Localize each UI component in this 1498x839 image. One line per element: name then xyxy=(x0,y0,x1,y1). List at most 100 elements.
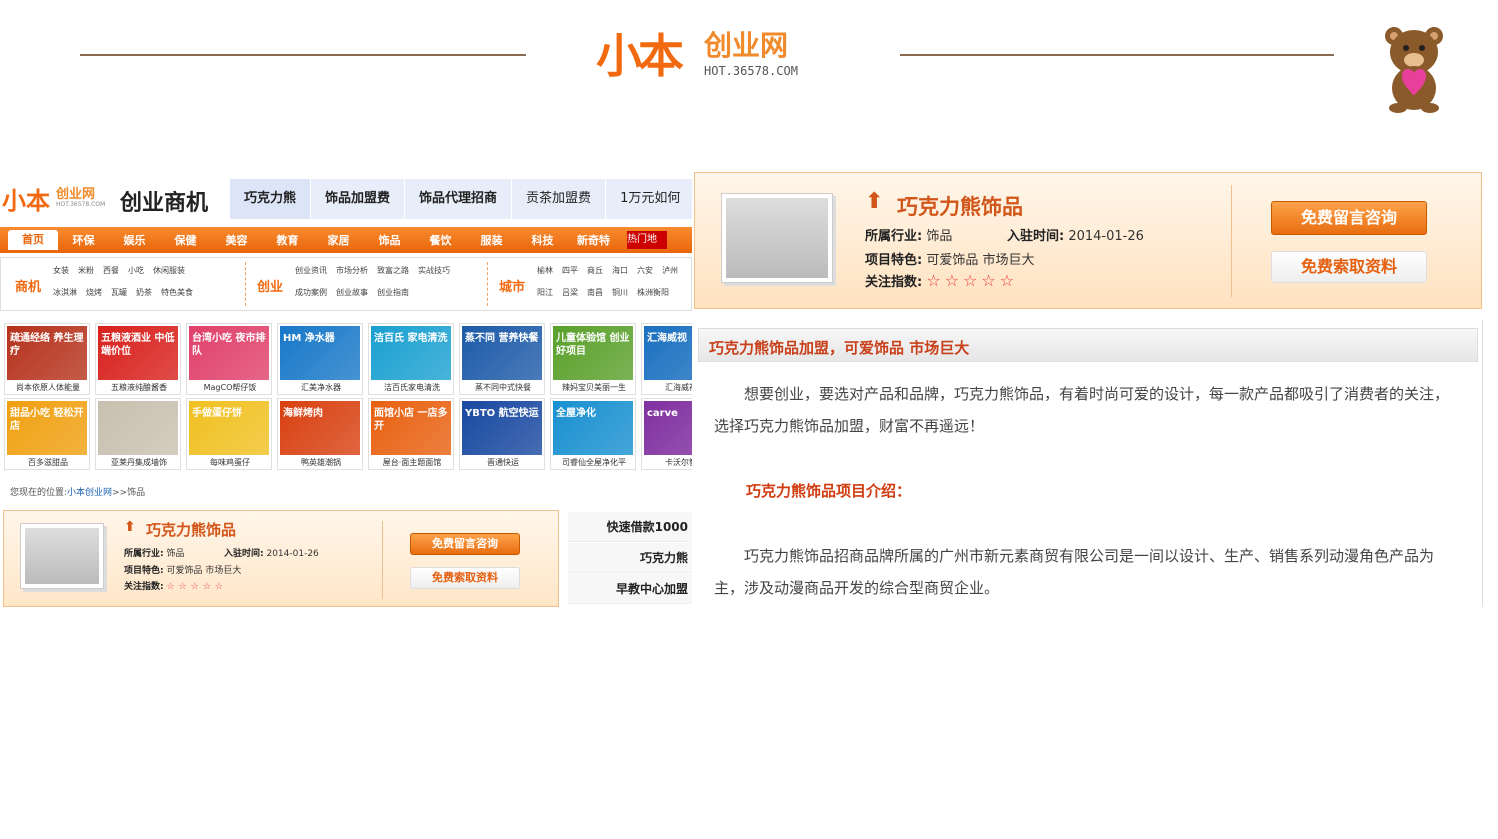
breadcrumb-home-link[interactable]: 小本创业网 xyxy=(67,488,112,498)
category-link[interactable]: 南昌 xyxy=(587,288,603,297)
category-link[interactable]: 烧烤 xyxy=(86,288,102,297)
category-link[interactable]: 吕梁 xyxy=(562,288,578,297)
nav-home[interactable]: 首页 xyxy=(8,230,58,250)
nav-item[interactable]: 餐饮 xyxy=(415,232,466,248)
ad-image[interactable]: YBTO 航空快运 xyxy=(462,401,542,455)
category-link[interactable]: 特色美食 xyxy=(161,288,193,297)
ad-image[interactable]: 甜品小吃 轻松开店 xyxy=(7,401,87,455)
ad-image[interactable]: 手做蛋仔饼 xyxy=(189,401,269,455)
brand-title-large[interactable]: 巧克力熊饰品 xyxy=(897,191,1023,221)
site-logo[interactable]: 小本 创业网 HOT.36578.COM xyxy=(596,14,836,92)
free-request-button-large[interactable]: 免费索取资料 xyxy=(1271,251,1427,283)
category-link[interactable]: 小吃 xyxy=(128,266,144,275)
nav-item[interactable]: 环保 xyxy=(58,232,109,248)
ad-tile[interactable]: carve 卡沃尔智能 xyxy=(641,398,692,470)
ad-caption[interactable]: 洁百氏家电清洗 xyxy=(369,382,455,393)
brand-title[interactable]: 巧克力熊饰品 xyxy=(146,519,236,540)
ad-caption[interactable]: 司睿仙全屋净化平 xyxy=(551,457,637,468)
ad-tile[interactable]: 甜品小吃 轻松开店百多滋甜品 xyxy=(4,398,90,470)
ad-caption[interactable]: 晋通快运 xyxy=(460,457,546,468)
category-link[interactable]: 六安 xyxy=(637,266,653,275)
small-logo-mark[interactable]: 小本 xyxy=(2,181,50,216)
ad-image[interactable]: 蒸不同 营养快餐 xyxy=(462,326,542,380)
ad-caption[interactable]: 卡沃尔智能 xyxy=(642,457,692,468)
ad-caption[interactable]: 五粮液纯酿酱香 xyxy=(96,382,182,393)
category-link[interactable]: 创业资讯 xyxy=(295,266,327,275)
ad-image[interactable] xyxy=(98,401,178,455)
nav-item[interactable]: 娱乐 xyxy=(109,232,160,248)
category-link[interactable]: 榆林 xyxy=(537,266,553,275)
tab-keyword[interactable]: 饰品代理招商 xyxy=(405,179,513,219)
tab-keyword[interactable]: 巧克力熊 xyxy=(230,179,312,219)
ad-caption[interactable]: 汇美净水器 xyxy=(278,382,364,393)
brand-photo-large[interactable] xyxy=(721,193,833,283)
category-link[interactable]: 泸州 xyxy=(662,266,678,275)
ad-image[interactable]: 台湾小吃 夜市排队 xyxy=(189,326,269,380)
nav-item[interactable]: 新奇特 xyxy=(568,232,619,248)
nav-item[interactable]: 美容 xyxy=(211,232,262,248)
tab-keyword[interactable]: 贡茶加盟费 xyxy=(512,179,607,219)
category-link[interactable]: 四平 xyxy=(562,266,578,275)
category-link[interactable]: 休闲服装 xyxy=(153,266,185,275)
ad-tile[interactable]: 手做蛋仔饼每味鸡蛋仔 xyxy=(186,398,272,470)
category-link[interactable]: 实战技巧 xyxy=(418,266,450,275)
category-link[interactable]: 奶茶 xyxy=(136,288,152,297)
free-consult-button[interactable]: 免费留言咨询 xyxy=(410,533,520,555)
tab-keyword[interactable]: 1万元如何 xyxy=(606,179,692,219)
category-link[interactable]: 西餐 xyxy=(103,266,119,275)
ad-image[interactable]: 海鲜烤肉 xyxy=(280,401,360,455)
ad-caption[interactable]: 辣妈宝贝美丽一生 xyxy=(551,382,637,393)
free-consult-button-large[interactable]: 免费留言咨询 xyxy=(1271,201,1427,235)
nav-item[interactable]: 科技 xyxy=(517,232,568,248)
ad-tile[interactable]: 面馆小店 一店多开屋台·面主题面馆 xyxy=(368,398,454,470)
category-link[interactable]: 女装 xyxy=(53,266,69,275)
ad-caption[interactable]: 蒸不同中式快餐 xyxy=(460,382,546,393)
side-list-item[interactable]: 快速借款1000 xyxy=(568,512,692,542)
ad-image[interactable]: 疏通经络 养生理疗 xyxy=(7,326,87,380)
category-link[interactable]: 海口 xyxy=(612,266,628,275)
ad-caption[interactable]: 尚本依原人体能量 xyxy=(5,382,91,393)
ad-image[interactable]: HM 净水器 xyxy=(280,326,360,380)
category-link[interactable]: 冰淇淋 xyxy=(53,288,77,297)
nav-item[interactable]: 家居 xyxy=(313,232,364,248)
ad-caption[interactable]: 鸭英雄潮锅 xyxy=(278,457,364,468)
category-link[interactable]: 铜川 xyxy=(612,288,628,297)
ad-caption[interactable]: MagCO帮仔饭 xyxy=(187,382,273,393)
ad-image[interactable]: 面馆小店 一店多开 xyxy=(371,401,451,455)
ad-tile[interactable]: 五粮液酒业 中低端价位五粮液纯酿酱香 xyxy=(95,323,181,395)
category-link[interactable]: 市场分析 xyxy=(336,266,368,275)
category-link[interactable]: 创业故事 xyxy=(336,288,368,297)
ad-tile[interactable]: 蒸不同 营养快餐蒸不同中式快餐 xyxy=(459,323,545,395)
nav-item[interactable]: 服装 xyxy=(466,232,517,248)
ad-tile[interactable]: 亚莱丹集成墙饰 xyxy=(95,398,181,470)
free-request-button[interactable]: 免费索取资料 xyxy=(410,567,520,589)
brand-photo[interactable] xyxy=(20,523,104,589)
category-link[interactable]: 商丘 xyxy=(587,266,603,275)
ad-image[interactable]: 汇海威视 xyxy=(644,326,692,380)
ad-tile[interactable]: 洁百氏 家电清洗洁百氏家电清洗 xyxy=(368,323,454,395)
ad-tile[interactable]: 疏通经络 养生理疗尚本依原人体能量 xyxy=(4,323,90,395)
ad-tile[interactable]: 台湾小吃 夜市排队 MagCO帮仔饭 xyxy=(186,323,272,395)
category-link[interactable]: 成功案例 xyxy=(295,288,327,297)
category-link[interactable]: 瓦罐 xyxy=(111,288,127,297)
category-link[interactable]: 米粉 xyxy=(78,266,94,275)
ad-caption[interactable]: 每味鸡蛋仔 xyxy=(187,457,273,468)
ad-caption[interactable]: 百多滋甜品 xyxy=(5,457,91,468)
ad-image[interactable]: 五粮液酒业 中低端价位 xyxy=(98,326,178,380)
ad-image[interactable]: carve xyxy=(644,401,692,455)
category-link[interactable]: 致富之路 xyxy=(377,266,409,275)
ad-caption[interactable]: 汇海威视视 xyxy=(642,382,692,393)
ad-image[interactable]: 洁百氏 家电清洗 xyxy=(371,326,451,380)
tab-keyword[interactable]: 饰品加盟费 xyxy=(311,179,406,219)
category-link[interactable]: 株洲衡阳 xyxy=(637,288,669,297)
nav-item[interactable]: 教育 xyxy=(262,232,313,248)
nav-item[interactable]: 保健 xyxy=(160,232,211,248)
ad-tile[interactable]: YBTO 航空快运晋通快运 xyxy=(459,398,545,470)
ad-tile[interactable]: 海鲜烤肉 鸭英雄潮锅 xyxy=(277,398,363,470)
side-list-item[interactable]: 巧克力熊 xyxy=(568,543,692,573)
ad-caption[interactable]: 屋台·面主题面馆 xyxy=(369,457,455,468)
side-list-item[interactable]: 早教中心加盟 xyxy=(568,574,692,604)
ad-caption[interactable]: 亚莱丹集成墙饰 xyxy=(96,457,182,468)
category-link[interactable]: 创业指南 xyxy=(377,288,409,297)
nav-item[interactable]: 饰品 xyxy=(364,232,415,248)
